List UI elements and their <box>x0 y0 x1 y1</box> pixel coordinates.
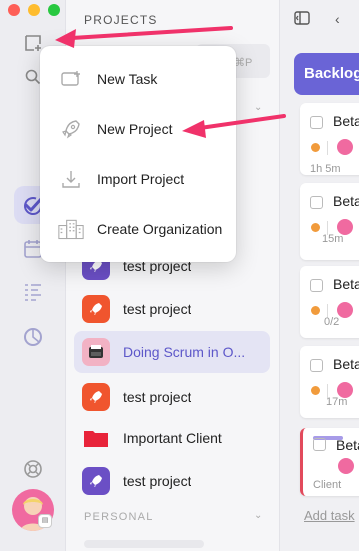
project-item[interactable]: test project <box>74 376 270 418</box>
new-task-icon <box>58 66 84 92</box>
rocket-icon <box>82 383 110 411</box>
import-icon <box>58 166 84 192</box>
reports-icon[interactable] <box>14 318 52 356</box>
window-zoom-button[interactable] <box>48 4 60 16</box>
menu-item-create-organization[interactable]: Create Organization <box>40 204 236 254</box>
menu-item-label: Create Organization <box>97 221 223 237</box>
menu-item-label: New Task <box>97 71 158 87</box>
project-name: test project <box>123 473 192 489</box>
window-minimize-button[interactable] <box>28 4 40 16</box>
assignee-avatar <box>336 456 356 476</box>
search-shortcut: ⌘P <box>234 57 253 69</box>
task-card[interactable]: Beta 1h 5m <box>300 103 359 175</box>
column-title: Backlog <box>304 65 359 82</box>
task-checkbox[interactable] <box>310 359 323 372</box>
task-meta: 17m <box>326 396 348 408</box>
building-icon <box>58 216 84 242</box>
task-checkbox[interactable] <box>310 279 323 292</box>
task-card[interactable]: Beta 15m <box>300 183 359 260</box>
chevron-down-icon[interactable]: ⌄ <box>254 510 262 521</box>
priority-icon <box>311 306 320 315</box>
menu-item-import-project[interactable]: Import Project <box>40 154 236 204</box>
folder-icon <box>82 424 110 452</box>
task-meta: Client <box>313 479 342 491</box>
faded-row <box>84 540 204 548</box>
task-card[interactable]: Beta Client <box>300 428 359 496</box>
menu-item-label: New Project <box>97 121 173 137</box>
rocket-outline-icon <box>58 116 84 142</box>
project-name: Doing Scrum in O... <box>123 344 246 360</box>
project-item[interactable]: test project <box>74 288 270 330</box>
menu-item-new-project[interactable]: New Project <box>40 104 236 154</box>
toggle-sidebar-icon[interactable] <box>294 11 310 28</box>
divider <box>327 141 328 155</box>
rocket-icon <box>82 295 110 323</box>
board-area: ‹ Backlog Beta 1h 5m Beta 15m Beta 0/2 B… <box>279 0 359 551</box>
project-name: test project <box>123 389 192 405</box>
project-item-selected[interactable]: Doing Scrum in O... <box>74 331 270 373</box>
menu-item-new-task[interactable]: New Task <box>40 54 236 104</box>
typewriter-icon <box>82 338 110 366</box>
rocket-icon <box>82 467 110 495</box>
task-checkbox[interactable] <box>310 196 323 209</box>
backlog-column-header[interactable]: Backlog <box>294 53 359 95</box>
chevron-left-icon[interactable]: ‹ <box>335 11 340 27</box>
task-card[interactable]: Beta 17m <box>300 346 359 418</box>
project-item[interactable]: Important Client <box>74 417 270 459</box>
priority-icon <box>311 386 320 395</box>
personal-section-label: PERSONAL <box>84 511 154 523</box>
task-checkbox[interactable] <box>313 438 326 451</box>
workspace-badge-icon: ▤ <box>38 514 52 528</box>
projects-heading: PROJECTS <box>84 13 158 27</box>
project-name: test project <box>123 301 192 317</box>
new-item-popup-menu: New Task New Project Import Project Crea… <box>40 46 236 262</box>
task-title: Beta <box>336 437 359 453</box>
task-title: Beta <box>333 276 359 292</box>
timeline-icon[interactable] <box>14 273 52 311</box>
task-meta: 15m <box>322 233 344 245</box>
menu-item-label: Import Project <box>97 171 185 187</box>
task-checkbox[interactable] <box>310 116 323 129</box>
window-close-button[interactable] <box>8 4 20 16</box>
task-meta: 0/2 <box>324 316 340 328</box>
task-meta: 1h 5m <box>310 163 341 175</box>
help-icon[interactable] <box>14 450 52 488</box>
task-card[interactable]: Beta 0/2 <box>300 266 359 338</box>
chevron-down-icon[interactable]: ⌄ <box>254 102 262 113</box>
project-name: Important Client <box>123 430 222 446</box>
priority-icon <box>311 143 320 152</box>
task-title: Beta <box>333 356 359 372</box>
task-title: Beta <box>333 113 359 129</box>
add-task-link[interactable]: Add task <box>304 508 355 523</box>
assignee-avatar <box>335 137 355 157</box>
project-item[interactable]: test project <box>74 460 270 502</box>
task-title: Beta <box>333 193 359 209</box>
priority-icon <box>311 223 320 232</box>
